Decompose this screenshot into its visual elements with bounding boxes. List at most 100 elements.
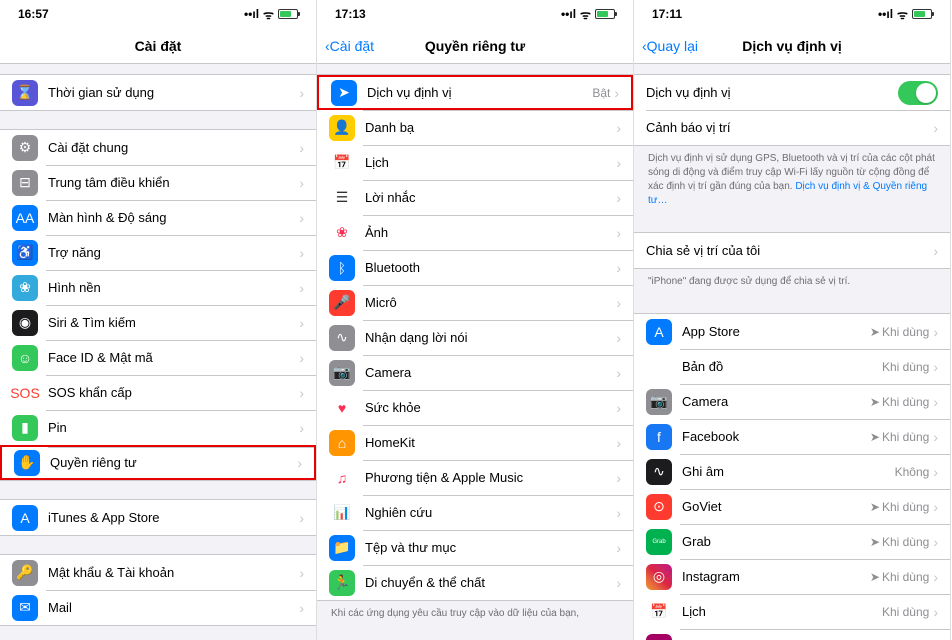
chevron-right-icon: ›	[299, 510, 304, 526]
chevron-right-icon: ›	[614, 85, 619, 101]
settings-row[interactable]: ▮Pin›	[0, 410, 316, 445]
settings-row[interactable]: 📅LịchKhi dùng›	[634, 594, 950, 629]
settings-row[interactable]: ✋Quyền riêng tư›	[0, 445, 316, 480]
settings-row[interactable]: ⌂HomeKit›	[317, 425, 633, 460]
row-label: Mail	[48, 600, 299, 615]
row-label: Siri & Tìm kiếm	[48, 315, 299, 330]
settings-row[interactable]: Chia sẻ vị trí của tôi›	[634, 233, 950, 268]
settings-row[interactable]: ✉Mail›	[0, 590, 316, 625]
row-icon: ◉	[12, 310, 38, 336]
row-icon: AA	[12, 205, 38, 231]
back-button[interactable]: ‹ Quay lại	[642, 38, 698, 54]
settings-row[interactable]: ♿Trợ năng›	[0, 235, 316, 270]
settings-row[interactable]: ❀Hình nền›	[0, 270, 316, 305]
row-detail: Khi dùng	[882, 535, 929, 549]
settings-row[interactable]: ᛒBluetooth›	[317, 250, 633, 285]
settings-row[interactable]: 📁Tệp và thư mục›	[317, 530, 633, 565]
chevron-right-icon: ›	[616, 330, 621, 346]
row-icon: ∿	[329, 325, 355, 351]
settings-row[interactable]: MMoMo➤Luôn luôn›	[634, 629, 950, 640]
row-detail: Khi dùng	[882, 570, 929, 584]
settings-row[interactable]: ◉Siri & Tìm kiếm›	[0, 305, 316, 340]
settings-row[interactable]: ☺Face ID & Mật mã›	[0, 340, 316, 375]
settings-row[interactable]: ∿Ghi âmKhông›	[634, 454, 950, 489]
settings-row[interactable]: ⌛Thời gian sử dụng›	[0, 75, 316, 110]
chevron-right-icon: ›	[616, 295, 621, 311]
chevron-right-icon: ›	[616, 540, 621, 556]
settings-row[interactable]: AiTunes & App Store›	[0, 500, 316, 535]
settings-row[interactable]: 🎤Micrô›	[317, 285, 633, 320]
row-detail: Khi dùng	[882, 325, 929, 339]
chevron-right-icon: ›	[299, 420, 304, 436]
settings-row[interactable]: SOS SOS khẩn cấp›	[0, 375, 316, 410]
chevron-right-icon: ›	[933, 464, 938, 480]
settings-row[interactable]: ∿Nhận dạng lời nói›	[317, 320, 633, 355]
settings-row[interactable]: ⊙GoViet➤Khi dùng›	[634, 489, 950, 524]
location-arrow-icon: ➤	[870, 535, 880, 549]
row-label: SOS khẩn cấp	[48, 385, 299, 400]
chevron-right-icon: ›	[299, 210, 304, 226]
settings-row[interactable]: Cảnh báo vị trí›	[634, 110, 950, 145]
chevron-right-icon: ›	[299, 385, 304, 401]
battery-icon	[278, 9, 298, 19]
row-icon: A	[12, 505, 38, 531]
status-time: 17:13	[335, 7, 366, 21]
settings-row[interactable]: 👤Danh bạ›	[317, 110, 633, 145]
location-arrow-icon: ➤	[870, 500, 880, 514]
status-time: 16:57	[18, 7, 49, 21]
settings-row[interactable]: 📷Camera›	[317, 355, 633, 390]
settings-row[interactable]: Dịch vụ định vị	[634, 75, 950, 110]
row-label: Bản đồ	[682, 359, 882, 374]
nav-bar: ‹ Cài đặt Quyền riêng tư	[317, 28, 633, 64]
settings-row[interactable]: AApp Store➤Khi dùng›	[634, 314, 950, 349]
settings-row[interactable]: ♥Sức khỏe›	[317, 390, 633, 425]
battery-icon	[595, 9, 615, 19]
status-icons: ••ıl ᯤ	[561, 6, 615, 23]
chevron-right-icon: ›	[616, 365, 621, 381]
row-detail: Bật	[592, 86, 610, 100]
row-label: Bluetooth	[365, 260, 616, 275]
settings-row[interactable]: GrabGrab➤Khi dùng›	[634, 524, 950, 559]
row-label: Màn hình & Độ sáng	[48, 210, 299, 225]
row-label: Face ID & Mật mã	[48, 350, 299, 365]
settings-row[interactable]: ⊟Trung tâm điều khiển›	[0, 165, 316, 200]
row-label: Ảnh	[365, 225, 616, 240]
settings-row[interactable]: ❀Ảnh›	[317, 215, 633, 250]
row-icon: ☺	[12, 345, 38, 371]
row-label: Dịch vụ định vị	[367, 85, 592, 100]
wifi-icon: ᯤ	[897, 6, 908, 23]
row-label: Camera	[365, 365, 616, 380]
row-label: Tệp và thư mục	[365, 540, 616, 555]
settings-row[interactable]: ⚙Cài đặt chung›	[0, 130, 316, 165]
settings-row[interactable]: 🗺Bản đồKhi dùng›	[634, 349, 950, 384]
settings-row[interactable]: AA Màn hình & Độ sáng›	[0, 200, 316, 235]
settings-row[interactable]: 📊Nghiên cứu›	[317, 495, 633, 530]
row-icon: ✋	[14, 450, 40, 476]
nav-bar: ‹ Quay lại Dịch vụ định vị	[634, 28, 950, 64]
row-icon: M	[646, 634, 672, 640]
row-icon: ⚙	[12, 135, 38, 161]
row-icon: SOS	[12, 380, 38, 406]
settings-row[interactable]: ♫Phương tiện & Apple Music›	[317, 460, 633, 495]
row-label: Cảnh báo vị trí	[646, 120, 933, 135]
chevron-right-icon: ›	[933, 324, 938, 340]
toggle-switch[interactable]	[898, 81, 938, 105]
settings-row[interactable]: fFacebook➤Khi dùng›	[634, 419, 950, 454]
chevron-right-icon: ›	[616, 120, 621, 136]
settings-row[interactable]: ➤Dịch vụ định vịBật›	[317, 75, 633, 110]
row-icon: 📷	[646, 389, 672, 415]
settings-row[interactable]: 📷Camera➤Khi dùng›	[634, 384, 950, 419]
settings-row[interactable]: ◎Instagram➤Khi dùng›	[634, 559, 950, 594]
row-label: GoViet	[682, 499, 870, 514]
settings-row[interactable]: 🏃Di chuyển & thể chất›	[317, 565, 633, 600]
row-icon: A	[646, 319, 672, 345]
chevron-right-icon: ›	[616, 155, 621, 171]
row-label: App Store	[682, 324, 870, 339]
settings-row[interactable]: ☰Lời nhắc›	[317, 180, 633, 215]
signal-icon: ••ıl	[878, 7, 893, 21]
status-icons: ••ıl ᯤ	[244, 6, 298, 23]
settings-row[interactable]: 📅Lịch›	[317, 145, 633, 180]
settings-row[interactable]: 🔑Mật khẩu & Tài khoản›	[0, 555, 316, 590]
back-button[interactable]: ‹ Cài đặt	[325, 38, 374, 54]
status-time: 17:11	[652, 7, 682, 21]
